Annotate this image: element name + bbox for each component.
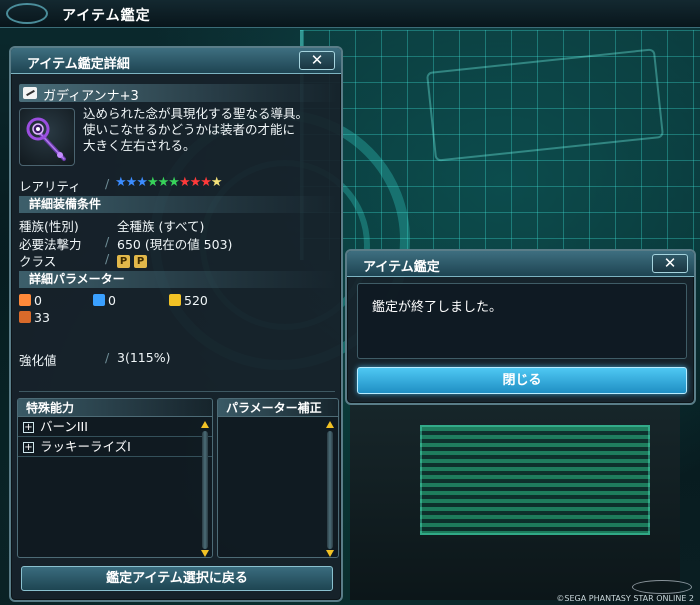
race-value: 全種族 (すべて): [117, 219, 205, 234]
scroll-down-arrow[interactable]: [201, 550, 209, 557]
enhance-label: 強化値: [19, 353, 57, 368]
dialog-message: 鑑定が終了しました。: [372, 300, 503, 315]
ability-name: バーンIII: [40, 419, 88, 434]
gun-attack-param: 0: [93, 293, 116, 308]
appraisal-dialog: アイテム鑑定 ✕ 鑑定が終了しました。 閉じる: [345, 249, 696, 405]
param-value: 0: [34, 293, 42, 308]
rarity-star-icon: ★: [125, 175, 138, 190]
divider: [19, 391, 335, 392]
detail-window-title: アイテム鑑定詳細: [27, 57, 130, 72]
ability-item[interactable]: + バーンIII: [18, 417, 212, 437]
param-correction-panel: パラメーター補正: [217, 398, 339, 558]
dexterity-icon: [19, 311, 31, 323]
scroll-down-arrow[interactable]: [326, 550, 334, 557]
sword-attack-icon: [19, 294, 31, 306]
top-title-bar: アイテム鑑定: [0, 0, 700, 28]
separator: /: [105, 350, 110, 365]
tech-attack-icon: [169, 294, 181, 306]
correction-scrollbar[interactable]: [327, 431, 333, 549]
params-row: 0 0 520: [19, 293, 339, 309]
item-icon: [19, 108, 75, 166]
power-row: 必要法撃力 / 650 (現在の値 503): [19, 234, 339, 252]
rarity-star-icon: ★: [189, 175, 202, 190]
dexterity-param: 33: [19, 310, 50, 325]
special-abilities-header: 特殊能力: [18, 399, 212, 417]
params-row: 33: [19, 310, 339, 326]
detail-close-button[interactable]: ✕: [299, 51, 335, 70]
scroll-up-arrow[interactable]: [326, 421, 334, 428]
abilities-scrollbar[interactable]: [202, 431, 208, 549]
dialog-close-action-button[interactable]: 閉じる: [357, 367, 687, 394]
copyright: ©SEGA PHANTASY STAR ONLINE 2: [556, 594, 694, 603]
race-label: 種族(性別): [19, 219, 79, 234]
scroll-up-arrow[interactable]: [201, 421, 209, 428]
tech-attack-param: 520: [169, 293, 208, 308]
description-line: 大きく左右される。: [83, 138, 196, 153]
rarity-star-icon: ★: [200, 175, 212, 190]
dialog-title: アイテム鑑定: [363, 260, 440, 275]
param-value: 520: [184, 293, 208, 308]
back-to-selection-button[interactable]: 鑑定アイテム選択に戻る: [21, 566, 333, 591]
detail-window-header: アイテム鑑定詳細 ✕: [11, 48, 341, 74]
dialog-body: 鑑定が終了しました。: [357, 283, 687, 359]
description-line: 使いこなせるかどうかは装者の才能に: [83, 122, 296, 137]
gun-attack-icon: [93, 294, 105, 306]
expand-icon[interactable]: +: [23, 442, 34, 453]
separator: /: [105, 176, 110, 191]
item-name-row: ガディアンナ+3: [19, 84, 339, 104]
param-correction-header: パラメーター補正: [218, 399, 338, 417]
class-icons: PP: [117, 252, 151, 268]
param-value: 33: [34, 310, 50, 325]
rarity-row: レアリティ / ★★★★★★★★★★: [19, 175, 339, 194]
ability-name: ラッキーライズI: [40, 439, 131, 454]
rarity-star-icon: ★: [178, 175, 191, 190]
menu-ring-icon: [6, 3, 48, 24]
special-abilities-panel: 特殊能力 + バーンIII + ラッキーライズI: [17, 398, 213, 558]
class-label: クラス: [19, 254, 57, 269]
page-title: アイテム鑑定: [62, 8, 151, 24]
race-row: 種族(性別) 全種族 (すべて): [19, 216, 339, 234]
equip-conditions-header: 詳細装備条件: [19, 196, 339, 213]
dialog-header: アイテム鑑定 ✕: [347, 251, 694, 277]
ability-item[interactable]: + ラッキーライズI: [18, 437, 212, 457]
params-header: 詳細パラメーター: [19, 271, 339, 288]
rarity-star-icon: ★: [168, 175, 180, 190]
pso2-logo: [632, 580, 692, 594]
rarity-star-icon: ★: [157, 175, 170, 190]
class-row: クラス / PP: [19, 251, 339, 269]
rarity-stars: ★★★★★★★★★★: [115, 175, 223, 190]
param-value: 0: [108, 293, 116, 308]
wand-category-icon: [23, 87, 37, 99]
separator: /: [105, 251, 110, 266]
enhance-value: 3(115%): [117, 350, 171, 365]
item-description: 込められた念が具現化する聖なる導具。 使いこなせるかどうかは装者の才能に 大きく…: [83, 106, 339, 154]
rarity-star-icon: ★: [210, 175, 223, 190]
rarity-star-icon: ★: [136, 175, 148, 190]
background-terminal-screen: [420, 425, 650, 535]
sword-attack-param: 0: [19, 293, 42, 308]
item-detail-window: アイテム鑑定詳細 ✕ ガディアンナ+3 込められた念が具現化する聖なる導具。 使…: [9, 46, 343, 602]
description-line: 込められた念が具現化する聖なる導具。: [83, 106, 309, 121]
rarity-star-icon: ★: [146, 175, 159, 190]
expand-icon[interactable]: +: [23, 422, 34, 433]
enhance-row: 強化値 / 3(115%): [19, 350, 339, 368]
item-name: ガディアンナ+3: [43, 89, 139, 104]
class-icon: P: [134, 255, 147, 268]
separator: /: [105, 234, 110, 249]
dialog-close-button[interactable]: ✕: [652, 254, 688, 273]
class-icon: P: [117, 255, 130, 268]
rarity-star-icon: ★: [115, 175, 127, 190]
wand-icon: [26, 117, 66, 161]
rarity-label: レアリティ: [19, 179, 81, 194]
